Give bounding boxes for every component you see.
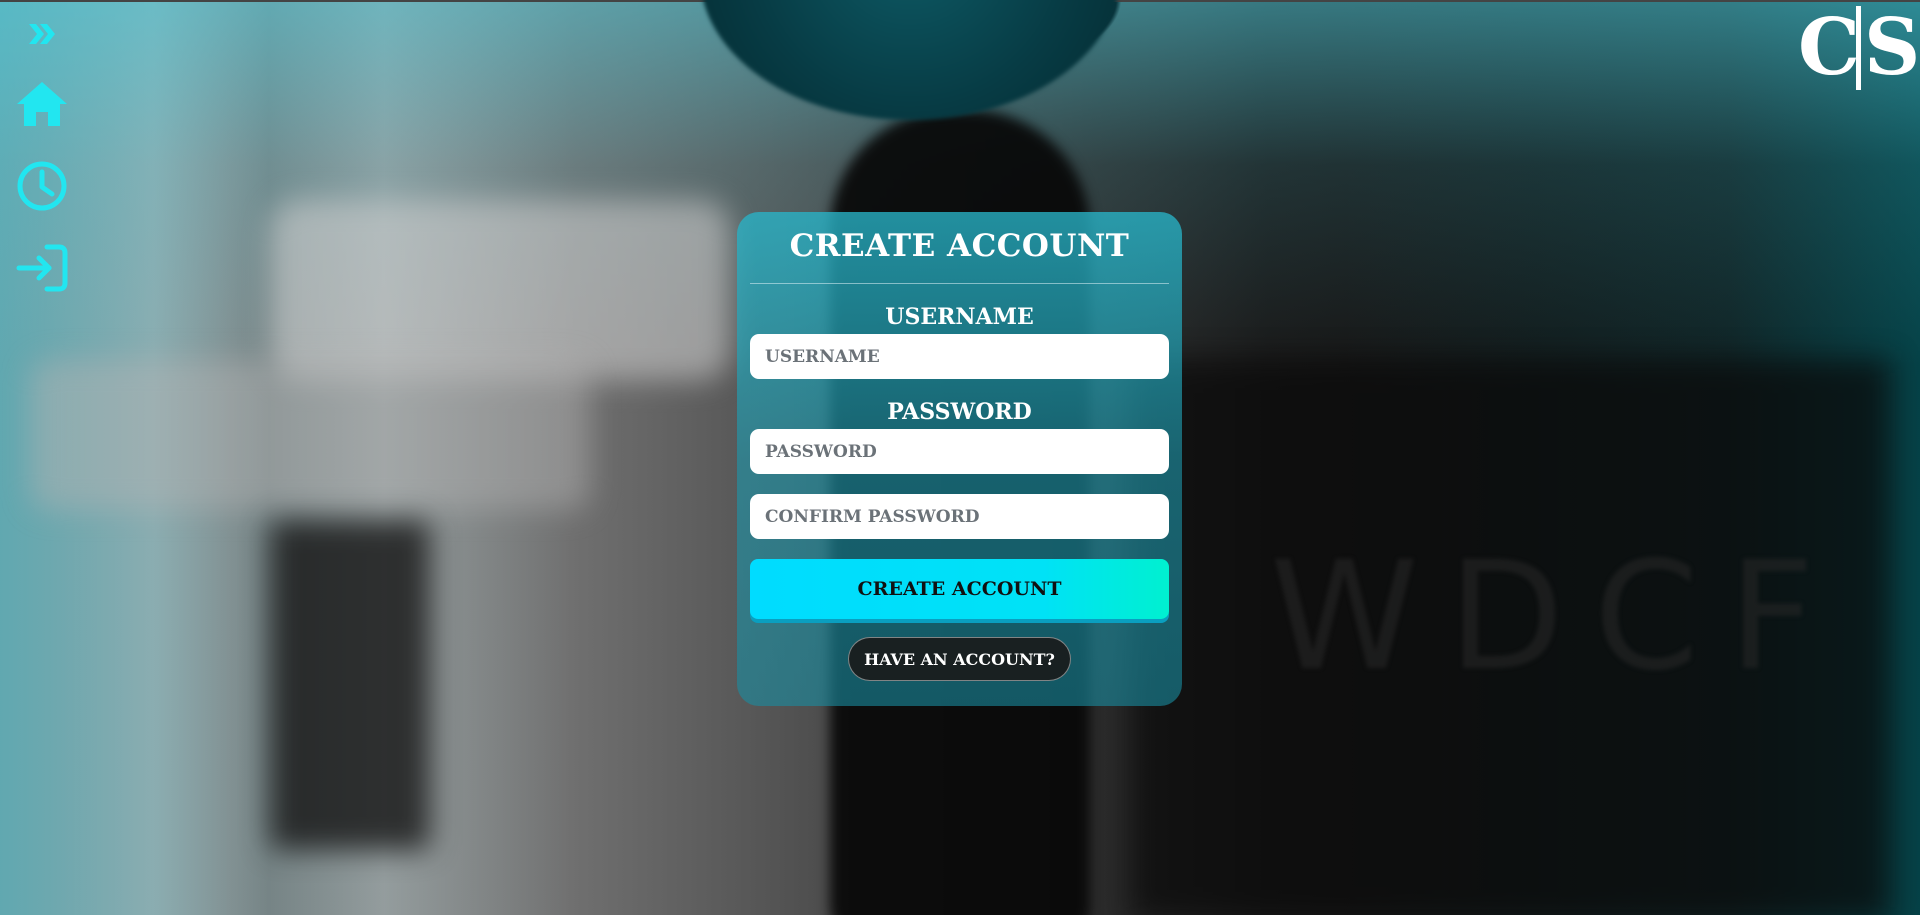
chevron-double-right-icon [29,24,55,44]
password-input[interactable] [750,429,1169,474]
confirm-password-input[interactable] [750,494,1169,539]
sidebar [0,0,84,300]
brand-logo[interactable]: C S [1798,2,1920,93]
create-account-button[interactable]: CREATE ACCOUNT [750,559,1169,619]
cs-logo-icon: C S [1798,2,1920,93]
expand-sidebar-button[interactable] [14,6,70,62]
svg-text:C: C [1798,2,1860,92]
background-window-light [270,200,730,380]
create-account-form: CREATE ACCOUNT USERNAME PASSWORD CREATE … [737,212,1182,706]
clock-icon [17,161,67,211]
sidebar-item-login[interactable] [14,240,70,296]
form-title: CREATE ACCOUNT [789,228,1130,264]
sidebar-item-history[interactable] [14,158,70,214]
form-divider [750,283,1169,284]
page: WDCF C S CREATE ACCOUNT USERNAME USERNAM… [0,0,1920,915]
background-dark-object [270,520,430,850]
username-label: USERNAME [885,304,1034,330]
password-label: PASSWORD [887,399,1032,425]
username-input[interactable] [750,334,1169,379]
svg-text:S: S [1864,2,1918,92]
have-account-row: HAVE AN ACCOUNT? [750,637,1169,681]
sidebar-item-home[interactable] [14,76,70,132]
background-letters: WDCF [1270,530,1845,704]
background-window-light [30,360,590,510]
background-ball [700,0,1120,120]
have-account-button[interactable]: HAVE AN ACCOUNT? [848,637,1071,681]
login-icon [16,244,68,292]
home-icon [17,82,67,126]
